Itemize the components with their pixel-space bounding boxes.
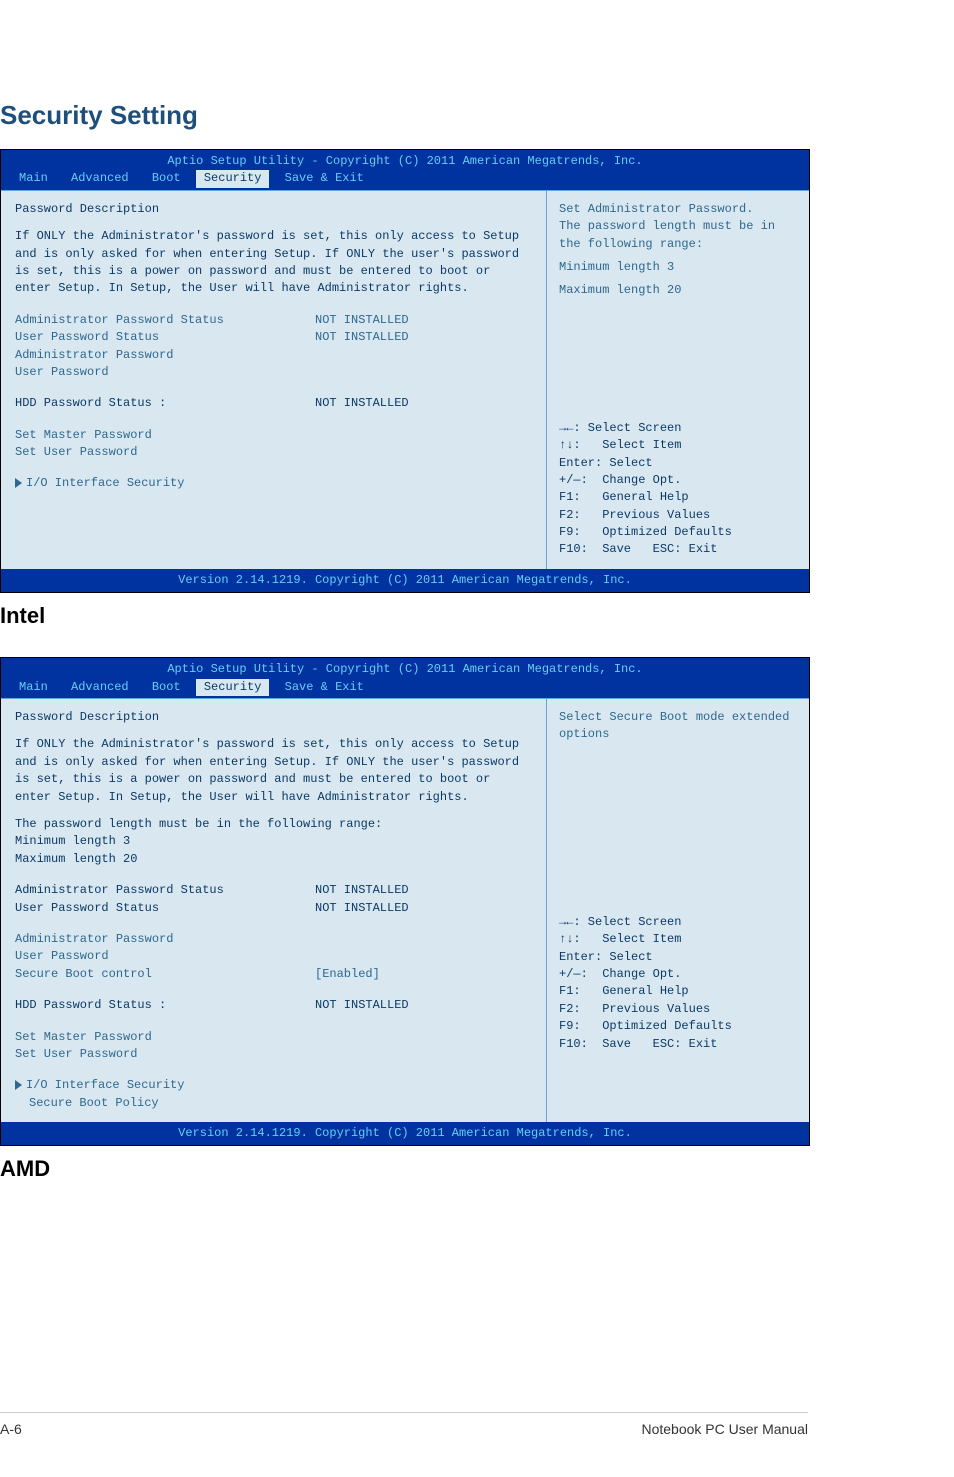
io-interface-security-item[interactable]: I/O Interface Security: [15, 475, 532, 492]
password-length-text: The password length must be in the follo…: [15, 816, 532, 833]
bios-title: Aptio Setup Utility - Copyright (C) 2011…: [1, 658, 809, 678]
user-pw-status-value: NOT INSTALLED: [315, 900, 409, 917]
tab-advanced[interactable]: Advanced: [63, 679, 137, 696]
key-help-line: F10: Save ESC: Exit: [559, 541, 797, 558]
help-line: Minimum length 3: [559, 259, 797, 276]
help-line: Set Administrator Password.: [559, 201, 797, 218]
key-help-line: F2: Previous Values: [559, 1001, 797, 1018]
admin-pw-status-label: Administrator Password Status: [15, 312, 315, 329]
bios-intel: Aptio Setup Utility - Copyright (C) 2011…: [0, 149, 810, 593]
tab-main[interactable]: Main: [11, 170, 56, 187]
key-help-line: F1: General Help: [559, 489, 797, 506]
bios-amd: Aptio Setup Utility - Copyright (C) 2011…: [0, 657, 810, 1146]
set-master-password-item[interactable]: Set Master Password: [15, 1029, 532, 1046]
user-pw-status-value: NOT INSTALLED: [315, 329, 409, 346]
secure-boot-control-label[interactable]: Secure Boot control: [15, 966, 315, 983]
key-help-line: Enter: Select: [559, 455, 797, 472]
page-footer: A-6 Notebook PC User Manual: [0, 1412, 808, 1437]
hdd-password-status-label: HDD Password Status :: [15, 395, 315, 412]
min-length: Minimum length 3: [15, 833, 532, 850]
password-description-text: If ONLY the Administrator's password is …: [15, 228, 532, 298]
section-title: Security Setting: [0, 100, 954, 131]
tab-security[interactable]: Security: [196, 170, 270, 187]
tab-main[interactable]: Main: [11, 679, 56, 696]
user-pw-status-label: User Password Status: [15, 900, 315, 917]
io-interface-security-item[interactable]: I/O Interface Security: [15, 1077, 532, 1094]
admin-pw-status-value: NOT INSTALLED: [315, 882, 409, 899]
help-line: The password length must be in the follo…: [559, 218, 797, 253]
key-help-line: →←: Select Screen: [559, 914, 797, 931]
secure-boot-policy-item[interactable]: Secure Boot Policy: [15, 1095, 532, 1112]
help-line: Select Secure Boot mode extended options: [559, 709, 797, 744]
max-length: Maximum length 20: [15, 851, 532, 868]
help-line: Maximum length 20: [559, 282, 797, 299]
tab-save-exit[interactable]: Save & Exit: [277, 170, 372, 187]
password-description-heading: Password Description: [15, 709, 532, 726]
set-user-password-item[interactable]: Set User Password: [15, 444, 532, 461]
key-help-line: +/—: Change Opt.: [559, 472, 797, 489]
key-help-line: F10: Save ESC: Exit: [559, 1036, 797, 1053]
tab-save-exit[interactable]: Save & Exit: [277, 679, 372, 696]
key-help-line: F1: General Help: [559, 983, 797, 1000]
bios-version: Version 2.14.1219. Copyright (C) 2011 Am…: [1, 1122, 809, 1145]
key-help-line: F2: Previous Values: [559, 507, 797, 524]
admin-pw-status-label: Administrator Password Status: [15, 882, 315, 899]
key-help-line: ↑↓: Select Item: [559, 437, 797, 454]
bios-tabs: Main Advanced Boot Security Save & Exit: [1, 679, 809, 698]
hdd-password-status-value: NOT INSTALLED: [315, 395, 409, 412]
submenu-arrow-icon: [15, 1080, 22, 1090]
admin-pw-status-value: NOT INSTALLED: [315, 312, 409, 329]
tab-advanced[interactable]: Advanced: [63, 170, 137, 187]
set-user-password-item[interactable]: Set User Password: [15, 1046, 532, 1063]
user-pw-status-label: User Password Status: [15, 329, 315, 346]
password-description-text: If ONLY the Administrator's password is …: [15, 736, 532, 806]
set-master-password-item[interactable]: Set Master Password: [15, 427, 532, 444]
key-help-line: F9: Optimized Defaults: [559, 1018, 797, 1035]
submenu-arrow-icon: [15, 478, 22, 488]
bios-title: Aptio Setup Utility - Copyright (C) 2011…: [1, 150, 809, 170]
secure-boot-control-value: [Enabled]: [315, 966, 380, 983]
key-help-line: F9: Optimized Defaults: [559, 524, 797, 541]
hdd-password-status-value: NOT INSTALLED: [315, 997, 409, 1014]
user-password-item[interactable]: User Password: [15, 364, 532, 381]
key-help: →←: Select Screen ↑↓: Select Item Enter:…: [559, 420, 797, 559]
tab-boot[interactable]: Boot: [144, 679, 189, 696]
administrator-password-item[interactable]: Administrator Password: [15, 931, 532, 948]
bios-version: Version 2.14.1219. Copyright (C) 2011 Am…: [1, 569, 809, 592]
key-help: →←: Select Screen ↑↓: Select Item Enter:…: [559, 914, 797, 1053]
tab-boot[interactable]: Boot: [144, 170, 189, 187]
tab-security[interactable]: Security: [196, 679, 270, 696]
key-help-line: +/—: Change Opt.: [559, 966, 797, 983]
amd-heading: AMD: [0, 1156, 954, 1182]
password-description-heading: Password Description: [15, 201, 532, 218]
intel-heading: Intel: [0, 603, 954, 629]
page-number: A-6: [0, 1421, 22, 1437]
key-help-line: Enter: Select: [559, 949, 797, 966]
key-help-line: →←: Select Screen: [559, 420, 797, 437]
hdd-password-status-label: HDD Password Status :: [15, 997, 315, 1014]
bios-tabs: Main Advanced Boot Security Save & Exit: [1, 170, 809, 189]
administrator-password-item[interactable]: Administrator Password: [15, 347, 532, 364]
user-password-item[interactable]: User Password: [15, 948, 532, 965]
key-help-line: ↑↓: Select Item: [559, 931, 797, 948]
manual-title: Notebook PC User Manual: [641, 1421, 808, 1437]
